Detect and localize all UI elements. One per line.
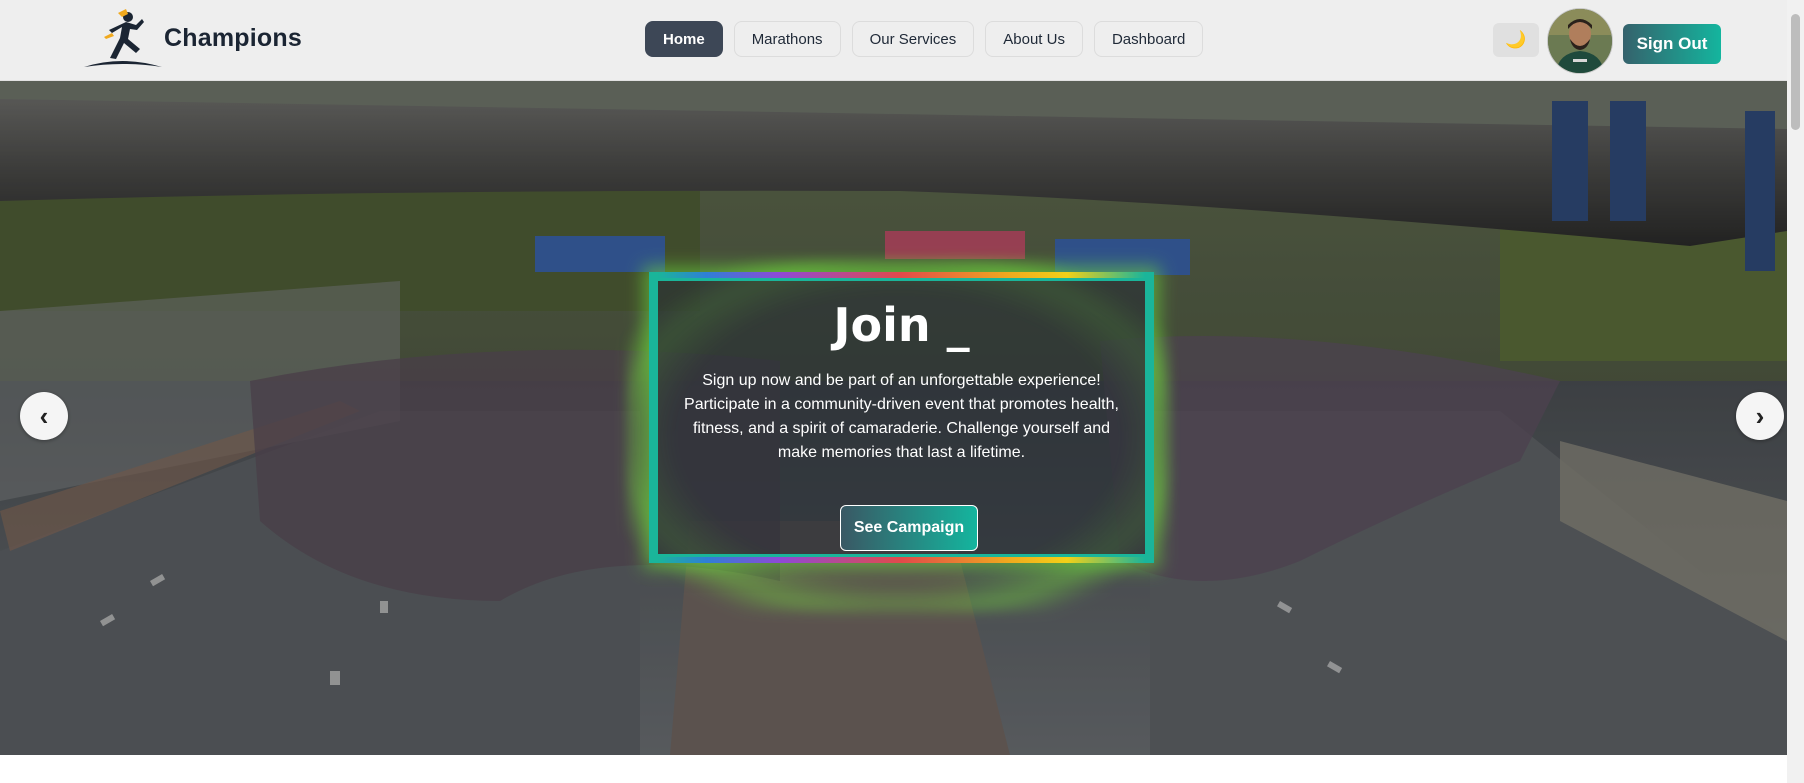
page-scrollbar[interactable] xyxy=(1787,0,1804,783)
theme-toggle-button[interactable]: 🌙 xyxy=(1493,23,1539,57)
user-photo-icon xyxy=(1548,9,1612,73)
user-avatar[interactable] xyxy=(1547,8,1613,74)
brand-name: Champions xyxy=(164,23,302,52)
sign-out-button[interactable]: Sign Out xyxy=(1623,24,1721,64)
top-navbar: Champions Home Marathons Our Services Ab… xyxy=(0,0,1787,81)
scrollbar-thumb[interactable] xyxy=(1791,14,1800,130)
nav-link-about-us[interactable]: About Us xyxy=(985,21,1083,57)
carousel-next-button[interactable]: › xyxy=(1736,392,1784,440)
nav-links: Home Marathons Our Services About Us Das… xyxy=(645,21,1204,57)
moon-icon: 🌙 xyxy=(1505,30,1527,49)
carousel-prev-button[interactable]: ‹ xyxy=(20,392,68,440)
brand[interactable]: Champions xyxy=(82,5,302,73)
nav-link-home[interactable]: Home xyxy=(645,21,723,57)
hero-card: Join _ Sign up now and be part of an unf… xyxy=(649,272,1154,563)
chevron-right-icon: › xyxy=(1755,400,1765,431)
hero-title: Join _ xyxy=(833,298,970,352)
nav-link-dashboard[interactable]: Dashboard xyxy=(1093,21,1204,57)
rainbow-border-top xyxy=(658,272,1145,278)
runner-logo-icon xyxy=(84,9,162,67)
nav-link-marathons[interactable]: Marathons xyxy=(733,21,841,57)
rainbow-border-bottom xyxy=(658,557,1145,563)
hero-description: Sign up now and be part of an unforgetta… xyxy=(684,372,1119,461)
nav-link-our-services[interactable]: Our Services xyxy=(851,21,975,57)
see-campaign-button[interactable]: See Campaign xyxy=(840,505,978,551)
hero-carousel: ‹ › Join _ Sign up now and be part of an… xyxy=(0,81,1787,755)
chevron-left-icon: ‹ xyxy=(39,400,49,431)
